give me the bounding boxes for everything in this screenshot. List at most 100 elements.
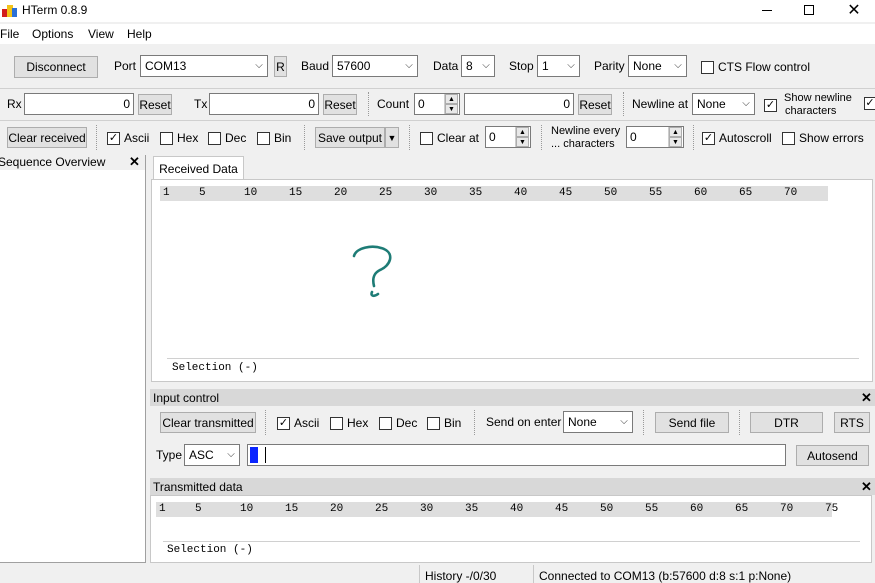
received-selection-status: Selection (-) xyxy=(172,362,258,374)
minimize-icon[interactable] xyxy=(755,2,779,18)
data-bits-select[interactable]: 8 ⌵ xyxy=(461,55,495,77)
spin-up-icon[interactable]: ▲ xyxy=(445,94,458,104)
transmitted-selection-divider xyxy=(163,541,860,542)
overflow-checkbox-icon[interactable]: ✓ xyxy=(864,97,875,110)
ruler-tick-label: 30 xyxy=(420,503,434,515)
newline-every-spinner-buttons[interactable]: ▲ ▼ xyxy=(668,127,682,147)
newline-at-select[interactable]: None ⌵ xyxy=(692,93,755,115)
send-file-button[interactable]: Send file xyxy=(655,412,729,433)
autosend-button[interactable]: Autosend xyxy=(796,445,869,466)
newline-at-label: Newline at xyxy=(632,97,689,111)
ruler-tick-label: 25 xyxy=(379,187,393,199)
rx-reset-button[interactable]: Reset xyxy=(138,94,172,115)
input-control-header: Input control ✕ xyxy=(150,389,875,406)
spin-down-icon[interactable]: ▼ xyxy=(669,137,682,147)
ruler-tick-label: 40 xyxy=(510,503,524,515)
autoscroll-checkbox[interactable]: ✓ Autoscroll xyxy=(702,131,772,145)
rx-hex-checkbox[interactable]: Hex xyxy=(160,131,198,145)
chevron-down-icon: ⌵ xyxy=(405,59,413,71)
rx-label: Rx xyxy=(7,97,22,111)
separator xyxy=(265,410,267,435)
refresh-ports-button[interactable]: R xyxy=(274,56,287,77)
sequence-overview-title: Sequence Overview xyxy=(0,155,106,169)
toolbar-divider xyxy=(0,88,875,89)
spin-up-icon[interactable]: ▲ xyxy=(516,127,529,137)
tx-dec-checkbox[interactable]: Dec xyxy=(379,416,417,430)
separator xyxy=(693,125,695,150)
spin-up-icon[interactable]: ▲ xyxy=(669,127,682,137)
send-on-enter-label: Send on enter xyxy=(486,415,562,429)
transmitted-data-area[interactable]: 1 5 10 15 20 25 30 35 40 45 50 55 60 65 70 75 Selection… xyxy=(150,495,872,563)
cts-flow-control-checkbox[interactable]: CTS Flow control xyxy=(701,60,810,74)
dtr-button[interactable]: DTR xyxy=(750,412,823,433)
received-data-tab[interactable]: Received Data xyxy=(153,156,244,180)
clear-at-checkbox[interactable]: Clear at xyxy=(420,131,479,145)
status-divider xyxy=(533,565,534,583)
save-output-button[interactable]: Save output xyxy=(315,127,385,148)
rx-dec-checkbox[interactable]: Dec xyxy=(208,131,246,145)
send-on-enter-select[interactable]: None ⌵ xyxy=(563,411,633,433)
save-output-menu-button[interactable]: ▼ xyxy=(385,127,399,148)
menu-options[interactable]: Options xyxy=(32,27,73,41)
received-data-area[interactable]: 1 5 10 15 20 25 30 35 40 45 50 55 60 65 70 Selection (… xyxy=(151,179,873,382)
ruler-tick-label: 25 xyxy=(375,503,389,515)
ruler-tick-label: 20 xyxy=(334,187,348,199)
clear-received-button[interactable]: Clear received xyxy=(7,127,87,148)
menu-help[interactable]: Help xyxy=(127,27,152,41)
maximize-icon[interactable] xyxy=(798,2,820,18)
tx-bin-checkbox[interactable]: Bin xyxy=(427,416,461,430)
title-bar: HTerm 0.8.9 ✕ xyxy=(0,0,875,22)
spin-down-icon[interactable]: ▼ xyxy=(516,137,529,147)
input-marker xyxy=(250,447,258,463)
close-window-icon[interactable]: ✕ xyxy=(843,0,865,20)
ruler-tick-label: 1 xyxy=(159,503,166,515)
clear-transmitted-button[interactable]: Clear transmitted xyxy=(160,412,256,433)
ruler-tick-label: 10 xyxy=(244,187,258,199)
stop-bits-select[interactable]: 1 ⌵ xyxy=(537,55,580,77)
ruler-tick-label: 65 xyxy=(735,503,749,515)
baud-label: Baud xyxy=(301,59,330,73)
stop-bits-label: Stop xyxy=(509,59,534,73)
show-newline-checkbox[interactable]: ✓ Show newline characters xyxy=(764,92,852,118)
chevron-down-icon: ⌵ xyxy=(742,97,750,109)
show-errors-checkbox[interactable]: Show errors xyxy=(782,131,864,145)
close-icon[interactable]: ✕ xyxy=(861,479,872,495)
tx-hex-checkbox[interactable]: Hex xyxy=(330,416,368,430)
chevron-down-icon: ⌵ xyxy=(674,59,682,71)
menu-file[interactable]: File xyxy=(0,27,19,41)
input-field[interactable] xyxy=(247,444,786,466)
chevron-down-icon: ⌵ xyxy=(255,59,263,71)
tx-ascii-checkbox[interactable]: ✓ Ascii xyxy=(277,416,319,430)
close-icon[interactable]: ✕ xyxy=(861,390,872,406)
parity-label: Parity xyxy=(594,59,625,73)
close-icon[interactable]: ✕ xyxy=(129,154,140,170)
baud-select[interactable]: 57600 ⌵ xyxy=(332,55,418,77)
menu-view[interactable]: View xyxy=(88,27,114,41)
rx-bin-checkbox[interactable]: Bin xyxy=(257,131,291,145)
type-label: Type xyxy=(156,448,183,462)
count-spinner-buttons[interactable]: ▲ ▼ xyxy=(444,94,458,114)
ruler-tick-label: 50 xyxy=(604,187,618,199)
disconnect-button[interactable]: Disconnect xyxy=(14,56,98,78)
data-bits-label: Data xyxy=(433,59,459,73)
ruler-tick-label: 65 xyxy=(739,187,753,199)
toolbar-divider xyxy=(0,120,875,121)
spin-down-icon[interactable]: ▼ xyxy=(445,104,458,114)
tx-reset-button[interactable]: Reset xyxy=(323,94,357,115)
rts-button[interactable]: RTS xyxy=(834,412,870,433)
parity-select[interactable]: None ⌵ xyxy=(628,55,687,77)
connection-status: Connected to COM13 (b:57600 d:8 s:1 p:No… xyxy=(539,569,792,583)
port-select[interactable]: COM13 ⌵ xyxy=(140,55,268,77)
sequence-overview-header: Sequence Overview ✕ xyxy=(0,154,145,170)
question-mark-doodle xyxy=(352,245,392,298)
separator xyxy=(739,410,741,435)
clear-at-spinner-buttons[interactable]: ▲ ▼ xyxy=(515,127,529,147)
ruler-tick-label: 15 xyxy=(289,187,303,199)
status-divider xyxy=(419,565,420,583)
received-ruler: 1 5 10 15 20 25 30 35 40 45 50 55 60 65 70 xyxy=(160,186,828,201)
menu-bar: File Options View Help xyxy=(0,24,875,44)
rx-ascii-checkbox[interactable]: ✓ Ascii xyxy=(107,131,149,145)
type-select[interactable]: ASC ⌵ xyxy=(184,444,240,466)
tx-count-field: 0 xyxy=(209,93,319,115)
count-reset-button[interactable]: Reset xyxy=(578,94,612,115)
